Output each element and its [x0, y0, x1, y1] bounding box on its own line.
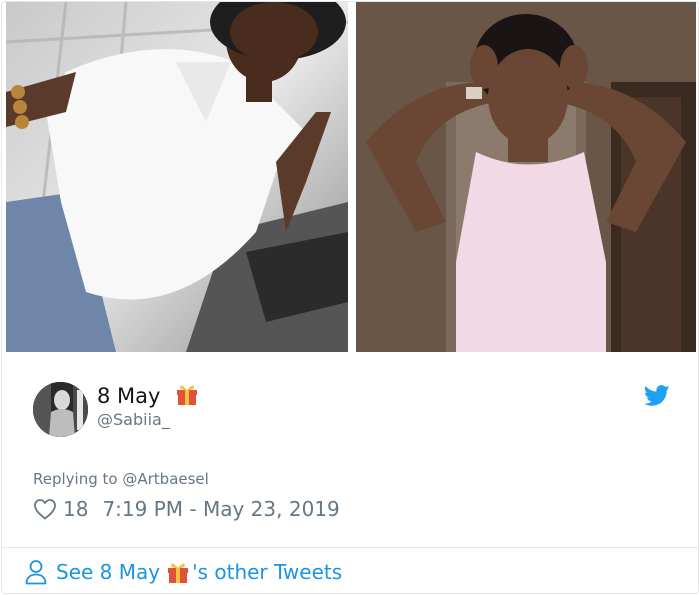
person-icon [25, 560, 47, 585]
heart-icon[interactable] [33, 498, 57, 520]
tweet-photo-1[interactable] [6, 2, 348, 352]
gift-icon [177, 385, 198, 405]
tweet-card: 8 May @Sabiia_ Replying to @Artbaesel 18… [1, 1, 699, 594]
tweet-photo-2[interactable] [356, 2, 696, 352]
replying-to: Replying to @Artbaesel [33, 470, 209, 488]
tweet-timestamp[interactable]: 7:19 PM - May 23, 2019 [102, 497, 339, 521]
display-name[interactable]: 8 May [97, 382, 199, 410]
avatar[interactable] [33, 382, 88, 437]
divider [2, 547, 698, 548]
see-other-tweets-suffix[interactable]: 's other Tweets [192, 560, 342, 584]
like-count[interactable]: 18 [63, 497, 88, 521]
user-handle[interactable]: @Sabiia_ [97, 410, 170, 429]
see-other-tweets-link[interactable]: See 8 May 's other Tweets [24, 557, 342, 587]
tweet-media [2, 2, 698, 352]
twitter-bird-icon[interactable] [644, 385, 670, 407]
gift-icon [168, 563, 189, 583]
tweet-author: 8 May @Sabiia_ [33, 382, 673, 438]
replying-to-label: Replying to [33, 470, 118, 488]
tweet-meta: 18 7:19 PM - May 23, 2019 [33, 496, 340, 522]
see-other-tweets-prefix[interactable]: See 8 May [56, 560, 160, 584]
display-name-text[interactable]: 8 May [97, 384, 160, 408]
replying-to-handle[interactable]: @Artbaesel [122, 470, 208, 488]
